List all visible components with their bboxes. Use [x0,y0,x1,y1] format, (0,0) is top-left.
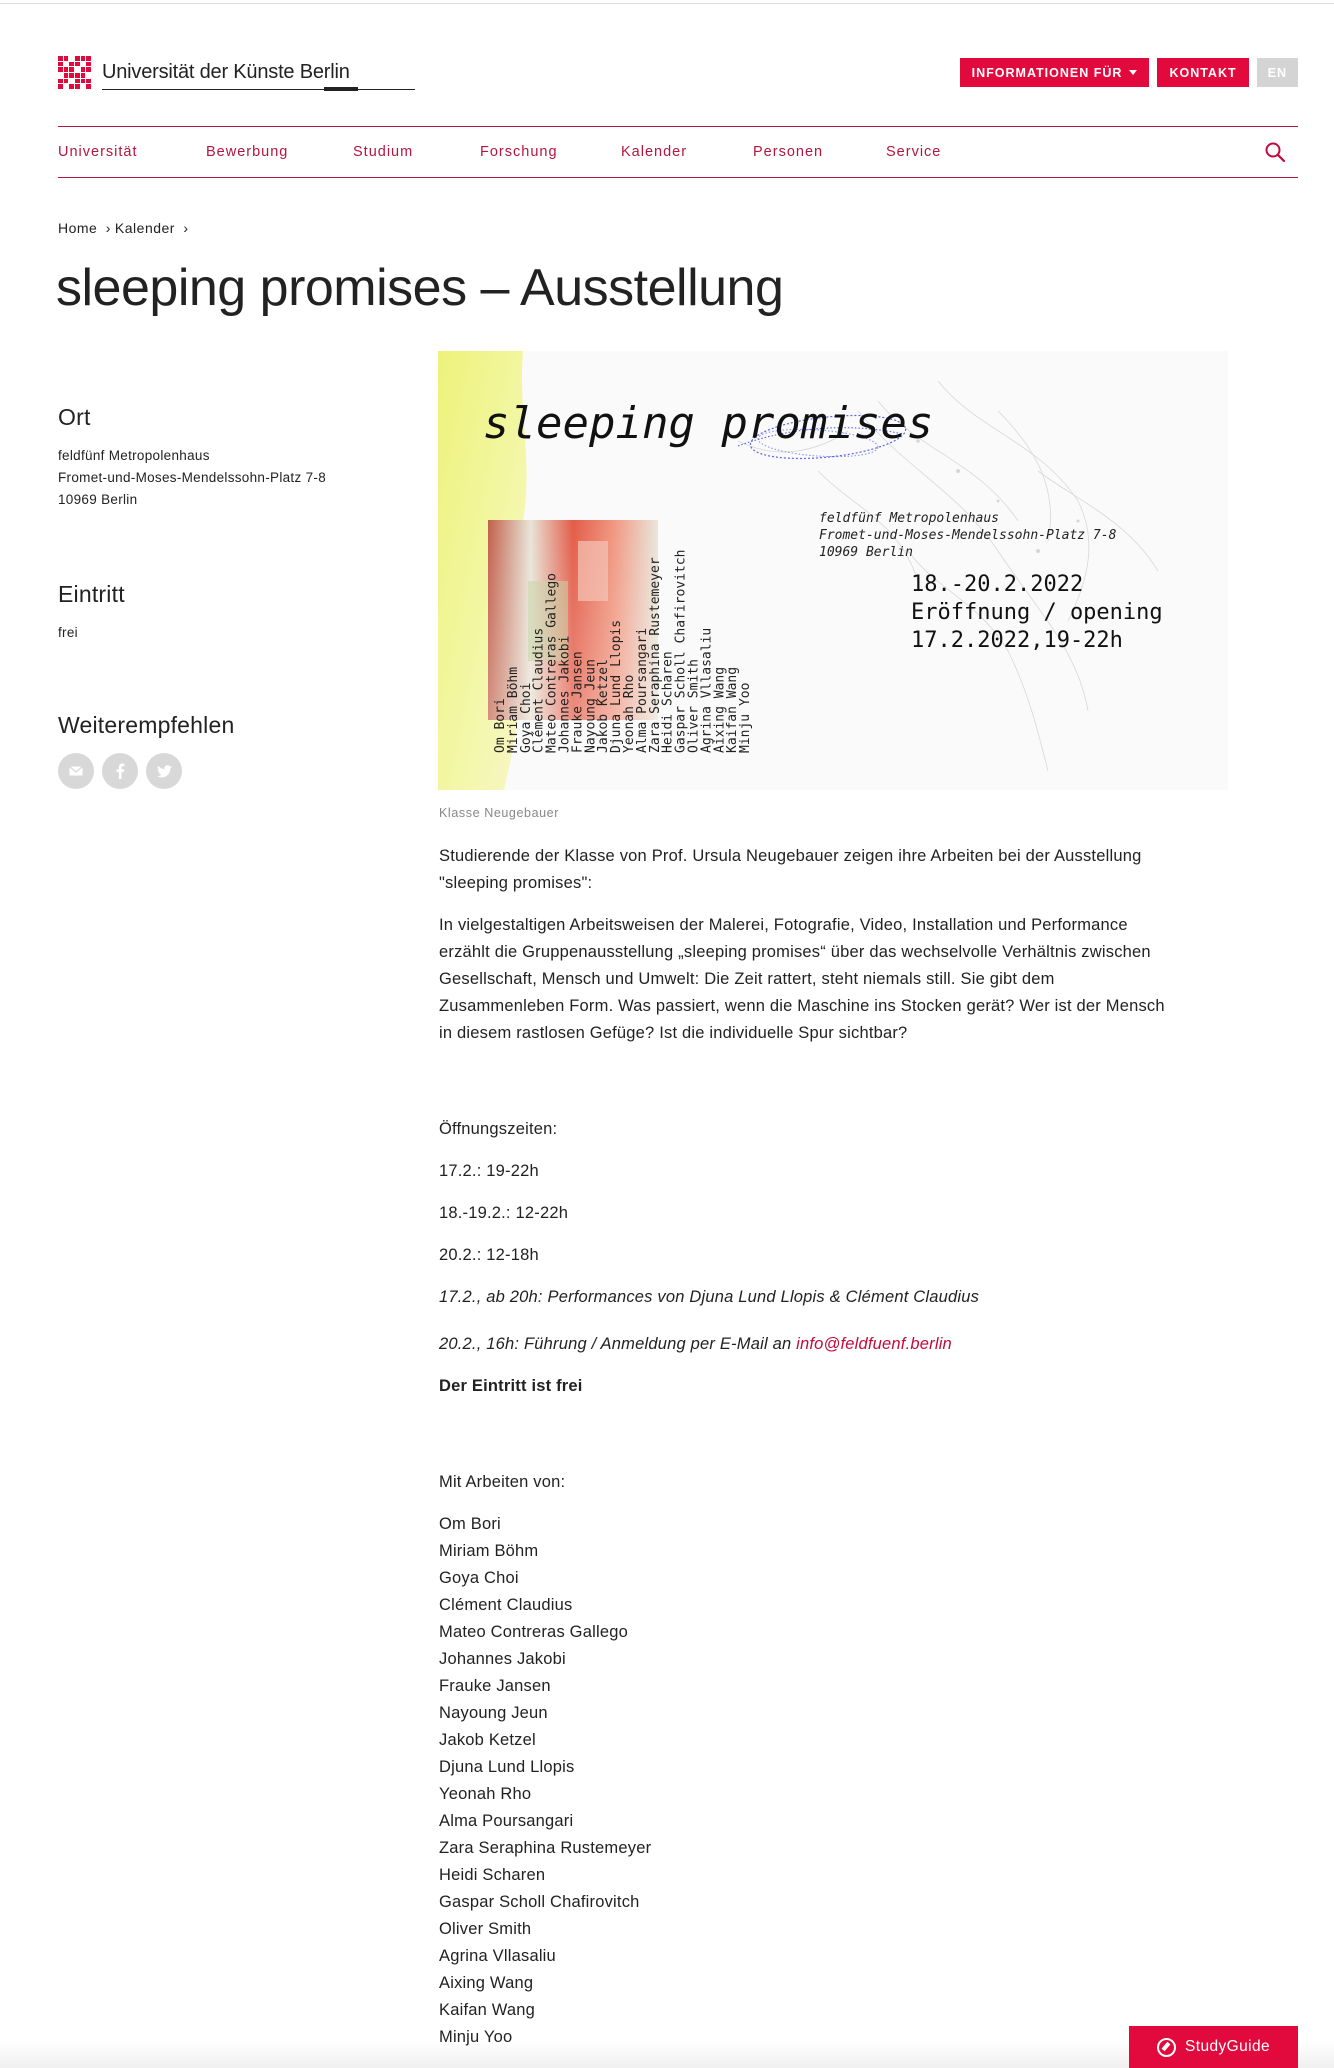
tour-text: 20.2., 16h: Führung / Anmeldung per E-Ma… [439,1331,1179,1358]
poster-title: sleeping promises [483,398,933,449]
email-link[interactable]: info@feldfuenf.berlin [796,1335,952,1353]
breadcrumb-kalender[interactable]: Kalender [115,220,175,236]
nav-item-universitaet[interactable]: Universität [58,144,206,160]
nav-item-service[interactable]: Service [886,144,986,160]
poster-date-line: Eröffnung / opening [911,600,1163,625]
uni-logo[interactable]: Universität der Künste Berlin [58,56,415,96]
artist-name: Miriam Böhm [439,1542,539,1560]
top-border [0,0,1334,4]
eintritt-value: frei [58,625,78,640]
works-heading: Mit Arbeiten von: [439,1473,566,1491]
description-text: In vielgestaltigen Arbeitsweisen der Mal… [439,916,1165,1042]
poster-venue-line: Fromet-und-Moses-Mendelssohn-Platz 7-8 [819,528,1117,543]
facebook-icon[interactable] [102,753,138,789]
artist-name: Zara Seraphina Rustemeyer [439,1839,652,1857]
share-section: Weiterempfehlen [58,712,378,789]
language-en-button[interactable]: EN [1256,58,1298,87]
artist-name: Djuna Lund Llopis [439,1758,575,1776]
informationen-fuer-label: INFORMATIONEN FÜR [971,65,1123,80]
artist-name: Om Bori [439,1515,501,1533]
share-heading: Weiterempfehlen [58,712,235,738]
artist-name: Kaifan Wang [439,2001,536,2019]
artist-name: Johannes Jakobi [439,1650,566,1668]
artist-name: Frauke Jansen [439,1677,551,1695]
twitter-icon[interactable] [146,753,182,789]
poster-venue-line: feldfünf Metropolenhaus [819,511,999,526]
studyguide-label: StudyGuide [1185,2038,1270,2055]
ort-line: 10969 Berlin [58,492,138,507]
kontakt-button[interactable]: KONTAKT [1157,58,1249,87]
top-buttons: INFORMATIONEN FÜR KONTAKT EN [959,58,1298,87]
caret-down-icon [1129,70,1138,75]
mail-icon[interactable] [58,753,94,789]
artist-name: Mateo Contreras Gallego [439,1623,628,1641]
hours-heading: Öffnungszeiten: [439,1120,558,1138]
exhibition-poster: sleeping promises feldfünf Metropolenhau… [438,351,1228,790]
nav-item-forschung[interactable]: Forschung [480,144,621,160]
poster-date-line: 17.2.2022,19-22h [911,628,1123,653]
search-icon[interactable] [1264,141,1286,163]
ort-line: feldfünf Metropolenhaus [58,448,210,463]
image-caption: Klasse Neugebauer [439,806,559,820]
eintritt-section: Eintritt frei [58,581,378,644]
logo-underline [102,89,415,90]
ort-heading: Ort [58,404,91,430]
breadcrumb-home[interactable]: Home [58,220,97,236]
artist-name: Aixing Wang [439,1974,534,1992]
nav-item-studium[interactable]: Studium [353,144,480,160]
logo-underline-bar [324,87,358,91]
artist-list: Om Bori Miriam Böhm Goya Choi Clément Cl… [439,1511,1179,2051]
informationen-fuer-button[interactable]: INFORMATIONEN FÜR [959,58,1150,87]
ort-line: Fromet-und-Moses-Mendelssohn-Platz 7-8 [58,470,326,485]
event-description: Studierende der Klasse von Prof. Ursula … [439,843,1179,2051]
hours-line: 20.2.: 12-18h [439,1246,539,1264]
artist-name: Agrina Vllasaliu [439,1947,556,1965]
artist-name: Gaspar Scholl Chafirovitch [439,1893,640,1911]
artist-name: Yeonah Rho [439,1785,532,1803]
artist-name: Heidi Scharen [439,1866,546,1884]
artist-name: Nayoung Jeun [439,1704,548,1722]
breadcrumb-separator: › [183,220,189,236]
logo-text: Universität der Künste Berlin [102,61,350,83]
studyguide-button[interactable]: StudyGuide [1129,2026,1298,2068]
intro-text: Studierende der Klasse von Prof. Ursula … [439,847,1142,892]
hours-line: 17.2.: 19-22h [439,1162,539,1180]
artist-name: Goya Choi [439,1569,519,1587]
artist-name: Oliver Smith [439,1920,532,1938]
artist-name: Clément Claudius [439,1596,573,1614]
ort-section: Ort feldfünf Metropolenhaus Fromet-und-M… [58,404,378,511]
main-navigation: Universität Bewerbung Studium Forschung … [58,126,1298,178]
nav-item-personen[interactable]: Personen [753,144,886,160]
nav-item-kalender[interactable]: Kalender [621,144,753,160]
page-title: sleeping promises – Ausstellung [56,259,784,317]
poster-date-line: 18.-20.2.2022 [911,572,1083,597]
hours-line: 18.-19.2.: 12-22h [439,1204,569,1222]
poster-artwork: sleeping promises feldfünf Metropolenhau… [438,351,1228,790]
breadcrumb: Home › Kalender › [58,220,193,236]
breadcrumb-separator: › [105,220,111,236]
poster-artist-name: Minju Yoo [738,683,753,753]
eintritt-heading: Eintritt [58,581,125,607]
share-buttons [58,753,378,789]
udk-logo-icon [58,56,91,89]
performances-text: 17.2., ab 20h: Performances von Djuna Lu… [439,1288,980,1306]
free-entry-text: Der Eintritt ist frei [439,1377,583,1395]
poster-venue-line: 10969 Berlin [819,545,913,560]
tour-text-label: 20.2., 16h: Führung / Anmeldung per E-Ma… [439,1335,797,1353]
artist-name: Alma Poursangari [439,1812,574,1830]
nav-item-bewerbung[interactable]: Bewerbung [206,144,353,160]
artist-name: Jakob Ketzel [439,1731,536,1749]
compass-icon [1157,2037,1176,2057]
